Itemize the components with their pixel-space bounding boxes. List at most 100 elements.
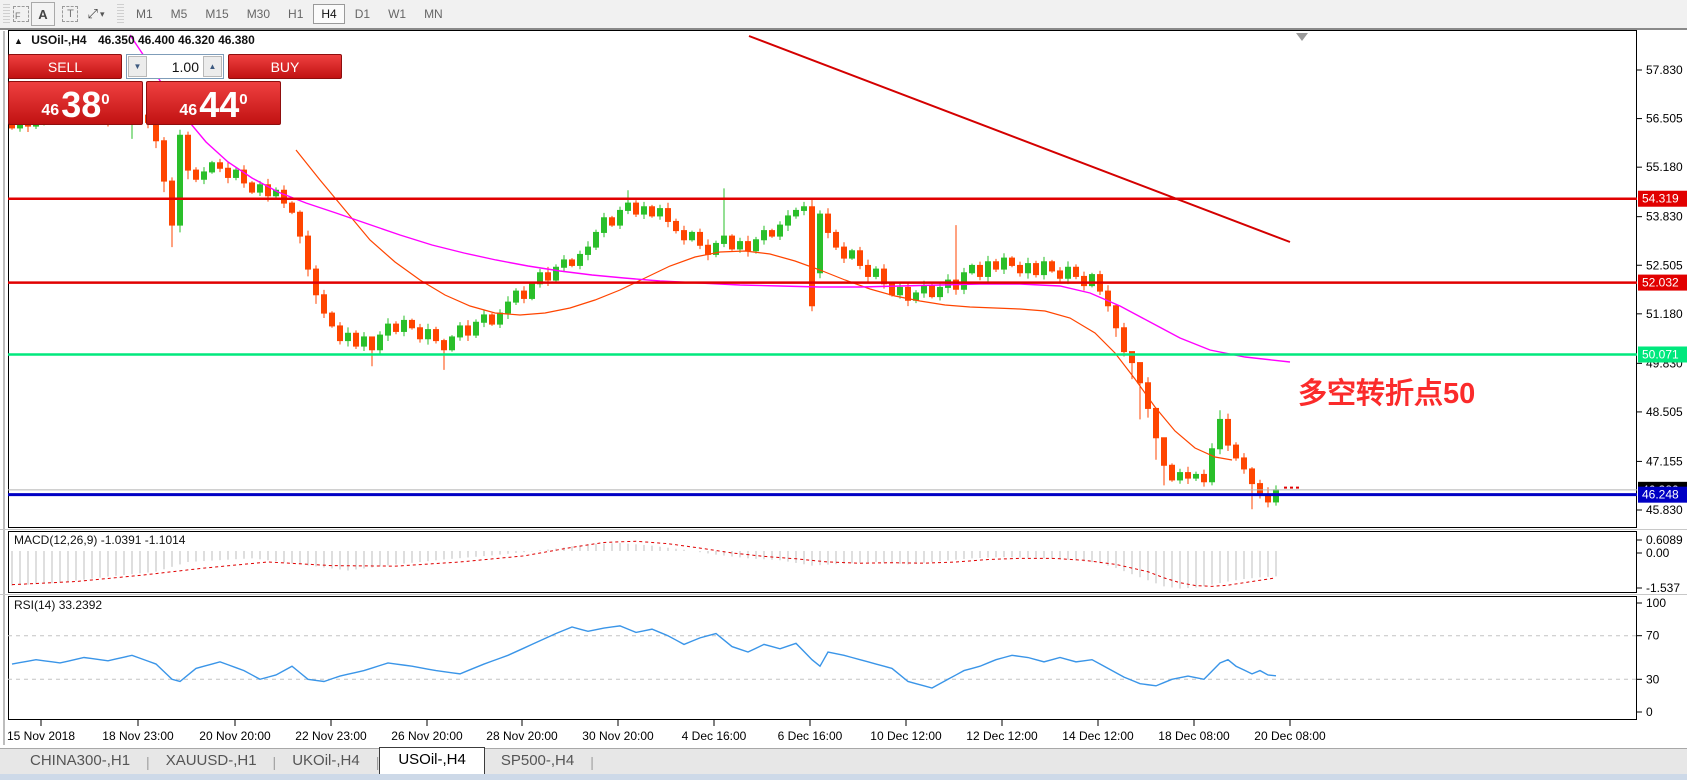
candle-body: [690, 232, 695, 239]
candle-body: [474, 322, 479, 335]
candle-body: [490, 315, 495, 324]
chart-symbol-period: USOil-,H4: [31, 33, 86, 47]
price-marker-label: 50.071: [1642, 347, 1679, 361]
candle-body: [426, 330, 431, 339]
candle-body: [250, 183, 255, 192]
time-axis-label: 14 Dec 12:00: [1062, 729, 1134, 743]
candle-body: [1250, 469, 1255, 484]
candle-body: [186, 135, 191, 170]
candle-body: [258, 185, 263, 192]
candle-body: [618, 210, 623, 225]
chart-shift-marker-icon[interactable]: [1296, 33, 1308, 41]
rsi-scale-label: 0: [1646, 705, 1653, 719]
candle-body: [178, 135, 183, 225]
candle-body: [562, 260, 567, 267]
candle-body: [778, 225, 783, 236]
sell-price-quote[interactable]: 46 38 0: [8, 81, 143, 125]
time-axis-label: 20 Nov 20:00: [199, 729, 271, 743]
candle-body: [1026, 264, 1031, 273]
mt4-application-window: F A T ⤢▾ M1M5M15M30H1H4D1W1MN ▲ USOil-,H…: [0, 0, 1687, 780]
price-scale-label: 48.505: [1646, 405, 1683, 419]
price-scale-label: 53.830: [1646, 210, 1683, 224]
candle-body: [306, 236, 311, 269]
buy-price-quote[interactable]: 46 44 0: [146, 81, 281, 125]
rsi-pane-frame: [9, 597, 1637, 720]
candle-body: [938, 287, 943, 296]
candle-body: [1066, 267, 1071, 278]
volume-increase-button[interactable]: ▲: [203, 56, 222, 77]
candle-body: [570, 260, 575, 266]
price-scale-label: 51.180: [1646, 307, 1683, 321]
time-axis-label: 15 Nov 2018: [7, 729, 75, 743]
candle-body: [978, 265, 983, 276]
candle-body: [1018, 265, 1023, 272]
candle-body: [1042, 262, 1047, 275]
candle-body: [746, 242, 751, 251]
macd-scale-label: -1.537: [1646, 581, 1680, 595]
candle-body: [682, 231, 687, 240]
price-scale-label: 47.155: [1646, 454, 1683, 468]
candle-body: [402, 320, 407, 331]
candle-body: [642, 207, 647, 214]
sell-button[interactable]: SELL: [8, 54, 122, 79]
candle-body: [370, 337, 375, 350]
macd-value-signal: -1.1014: [145, 533, 186, 547]
candle-body: [210, 163, 215, 172]
volume-decrease-button[interactable]: ▼: [128, 56, 147, 77]
time-axis-label: 4 Dec 16:00: [682, 729, 747, 743]
candle-body: [410, 320, 415, 327]
time-axis-label: 6 Dec 16:00: [778, 729, 843, 743]
price-scale-label: 45.830: [1646, 503, 1683, 517]
candle-body: [1210, 449, 1215, 482]
chart-text-annotation[interactable]: 多空转折点50: [1298, 370, 1475, 412]
rsi-scale-label: 30: [1646, 672, 1660, 686]
candle-body: [458, 326, 463, 337]
macd-pane-frame: [9, 532, 1637, 593]
candle-body: [346, 333, 351, 340]
candle-body: [970, 265, 975, 272]
candle-body: [866, 265, 871, 276]
price-scale-label: 57.830: [1646, 63, 1683, 77]
candle-body: [594, 232, 599, 247]
chart-ohlc-values: 46.350 46.400 46.320 46.380: [98, 33, 255, 47]
candle-body: [922, 286, 927, 293]
candle-body: [818, 214, 823, 273]
candle-body: [154, 122, 159, 140]
candle-body: [850, 251, 855, 258]
candle-body: [530, 284, 535, 299]
candle-body: [658, 209, 663, 216]
one-click-trade-panel: SELL ▼ 1.00 ▲ BUY 46 38 0 46 44 0: [8, 54, 354, 125]
sell-price-prefix: 46: [41, 101, 59, 121]
candle-body: [434, 330, 439, 341]
candle-body: [170, 181, 175, 225]
volume-input[interactable]: 1.00: [148, 55, 202, 78]
candle-body: [586, 247, 591, 254]
candle-body: [1074, 267, 1079, 276]
candle-body: [1202, 474, 1207, 481]
candle-body: [362, 337, 367, 346]
time-axis-label: 20 Dec 08:00: [1254, 729, 1326, 743]
price-scale-label: 55.180: [1646, 160, 1683, 174]
candle-body: [1218, 419, 1223, 448]
candle-body: [378, 335, 383, 350]
candle-body: [842, 247, 847, 258]
candle-body: [578, 254, 583, 265]
candle-body: [1258, 484, 1263, 495]
candle-body: [722, 236, 727, 243]
sell-price-pip: 0: [101, 84, 109, 116]
candle-body: [290, 203, 295, 212]
time-axis-label: 10 Dec 12:00: [870, 729, 942, 743]
candle-body: [826, 214, 831, 232]
buy-button[interactable]: BUY: [228, 54, 342, 79]
candle-body: [634, 203, 639, 214]
candle-body: [986, 262, 991, 277]
price-marker-label: 46.248: [1642, 488, 1679, 502]
buy-price-prefix: 46: [179, 101, 197, 121]
candle-body: [298, 212, 303, 236]
sell-price-main: 38: [61, 88, 101, 121]
candle-body: [1114, 306, 1119, 328]
time-axis-label: 22 Nov 23:00: [295, 729, 367, 743]
macd-scale-label: 0.00: [1646, 546, 1670, 560]
candle-body: [506, 302, 511, 313]
candle-body: [930, 286, 935, 297]
